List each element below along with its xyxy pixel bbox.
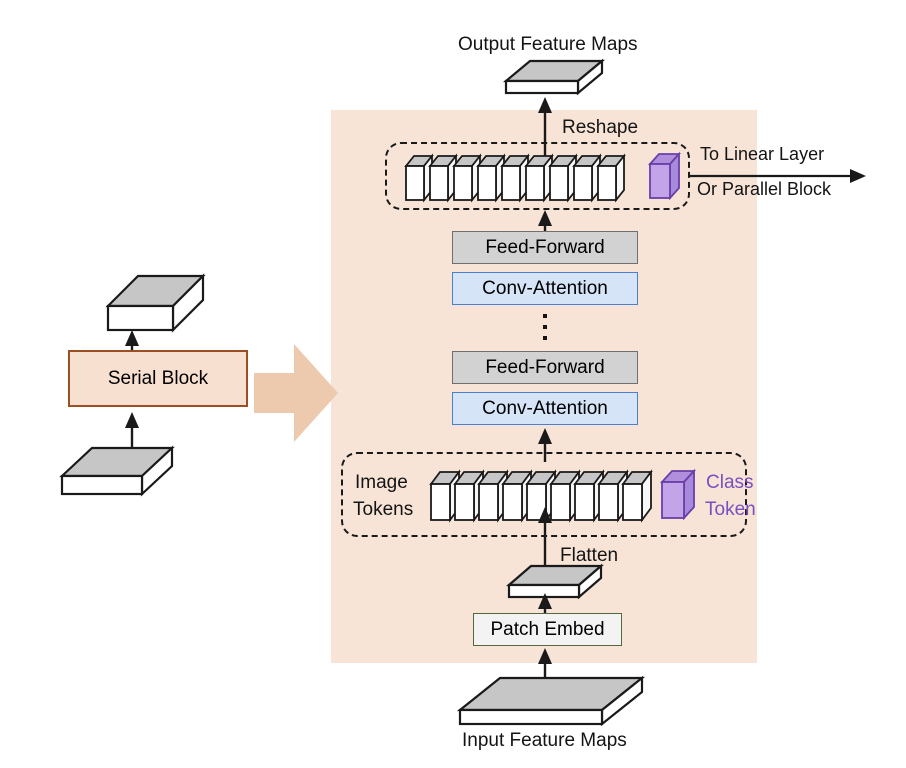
reshape-label: Reshape (562, 117, 639, 138)
repeat-ellipsis (542, 314, 548, 340)
to-linear-layer-label: To Linear Layer (700, 144, 825, 164)
input-feature-maps-slab (456, 675, 646, 727)
or-parallel-block-label: Or Parallel Block (697, 179, 832, 199)
output-feature-maps-slab (502, 58, 606, 96)
token-box (452, 153, 482, 203)
patch-embed-label: Patch Embed (490, 618, 605, 640)
conv-attention-label: Conv-Attention (482, 277, 608, 299)
feed-forward-block-top[interactable]: Feed-Forward (452, 231, 638, 264)
input-feature-maps-label: Input Feature Maps (462, 730, 627, 751)
token-box (404, 153, 434, 203)
token-box (500, 153, 530, 203)
token-box (572, 153, 602, 203)
expand-arrow-right-icon (254, 344, 338, 442)
token-box (476, 153, 506, 203)
image-tokens-label-line1: Image (355, 472, 408, 493)
feed-forward-block-bottom[interactable]: Feed-Forward (452, 351, 638, 384)
left-input-feature-cube (59, 445, 175, 497)
output-token-row (404, 153, 626, 203)
patch-embed-box[interactable]: Patch Embed (473, 613, 622, 646)
token-box (524, 153, 554, 203)
image-class-token (659, 468, 697, 521)
serial-block-box[interactable]: Serial Block (68, 350, 248, 407)
serial-block-label: Serial Block (107, 367, 209, 389)
token-box (548, 153, 578, 203)
feed-forward-label: Feed-Forward (485, 356, 605, 378)
token-box (428, 153, 458, 203)
feed-forward-label: Feed-Forward (485, 236, 605, 258)
left-output-feature-cube (105, 273, 206, 333)
token-box (596, 153, 626, 203)
output-feature-maps-label: Output Feature Maps (458, 34, 638, 55)
class-token-label-line2: Token (705, 499, 756, 520)
conv-attention-label: Conv-Attention (482, 397, 608, 419)
conv-attention-block-top[interactable]: Conv-Attention (452, 272, 638, 305)
diagram-canvas: Serial Block Output Feature Maps Reshape (0, 0, 906, 768)
conv-attention-block-bottom[interactable]: Conv-Attention (452, 392, 638, 425)
class-token-label-line1: Class (706, 472, 754, 493)
token-box (621, 469, 653, 523)
image-tokens-label-line2: Tokens (353, 499, 414, 520)
output-class-token (647, 151, 682, 201)
